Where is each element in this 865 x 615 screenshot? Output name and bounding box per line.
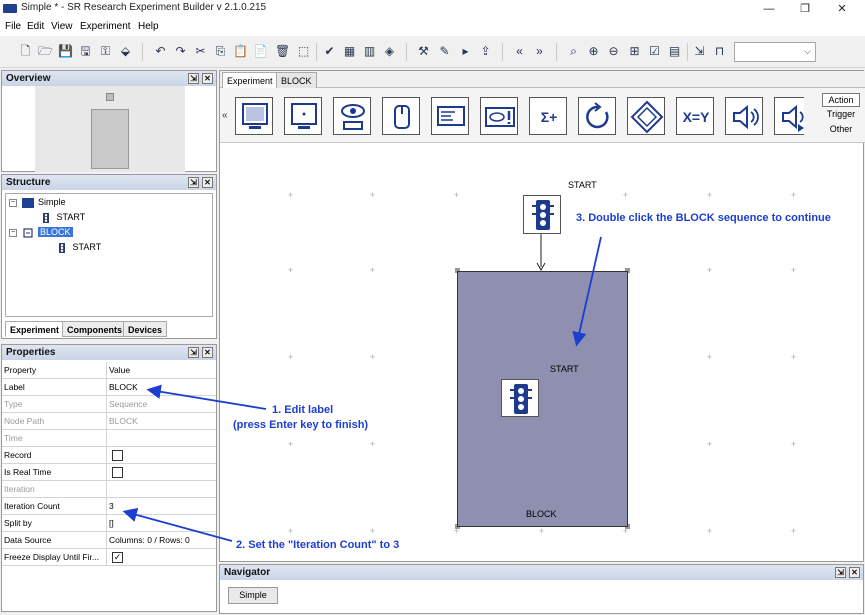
annotation-step-2: 2. Set the "Iteration Count" to 3 xyxy=(236,539,400,551)
annotation-step-3: 3. Double click the BLOCK sequence to co… xyxy=(576,212,831,224)
annotation-arrows xyxy=(122,236,602,542)
annotation-step-1: 1. Edit label xyxy=(272,404,334,416)
annotation-step-1-detail: (press Enter key to finish) xyxy=(233,419,369,431)
